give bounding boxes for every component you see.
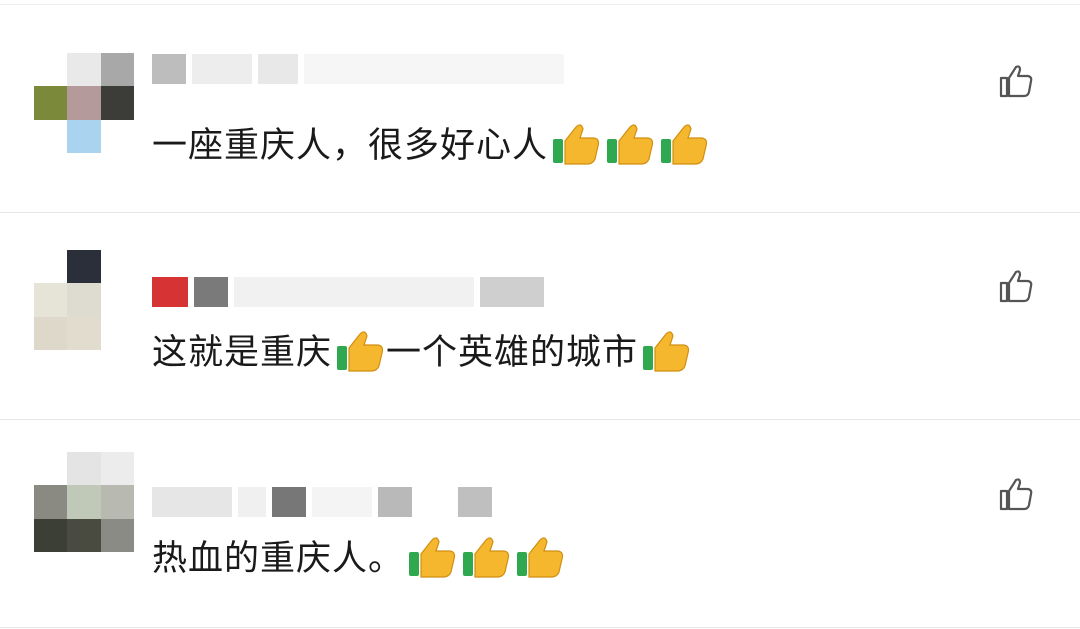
comment-item: 一座重庆人，很多好心人 bbox=[0, 4, 1080, 213]
comment-text-part: 这就是重庆 bbox=[152, 333, 333, 373]
avatar[interactable] bbox=[34, 250, 134, 350]
comment-text: 这就是重庆 一个英雄的城市 bbox=[152, 324, 692, 375]
thumbs-up-emoji-icon bbox=[409, 536, 456, 578]
thumbs-up-emoji-icon bbox=[643, 330, 690, 372]
avatar[interactable] bbox=[34, 452, 134, 552]
comment-text: 一座重庆人，很多好心人 bbox=[152, 117, 710, 168]
thumbs-up-outline-icon[interactable] bbox=[998, 476, 1034, 512]
avatar[interactable] bbox=[34, 53, 134, 153]
username-blurred[interactable] bbox=[152, 276, 612, 308]
thumbs-up-emoji-icon bbox=[661, 123, 708, 165]
comment-text: 热血的重庆人。 bbox=[152, 530, 566, 581]
thumbs-up-outline-icon[interactable] bbox=[998, 268, 1034, 304]
comment-item: 这就是重庆 一个英雄的城市 bbox=[0, 212, 1080, 420]
thumbs-up-emoji-icon bbox=[517, 536, 564, 578]
username-blurred[interactable] bbox=[152, 53, 612, 85]
comment-item: 热血的重庆人。 bbox=[0, 420, 1080, 628]
comment-text-part: 一个英雄的城市 bbox=[386, 333, 639, 373]
thumbs-up-emoji-icon bbox=[607, 123, 654, 165]
thumbs-up-outline-icon[interactable] bbox=[998, 63, 1034, 99]
thumbs-up-emoji-icon bbox=[463, 536, 510, 578]
thumbs-up-emoji-icon bbox=[553, 123, 600, 165]
username-blurred[interactable] bbox=[152, 486, 612, 518]
comment-text-part: 热血的重庆人。 bbox=[152, 539, 405, 579]
comment-text-part: 一座重庆人，很多好心人 bbox=[152, 126, 549, 166]
thumbs-up-emoji-icon bbox=[337, 330, 384, 372]
